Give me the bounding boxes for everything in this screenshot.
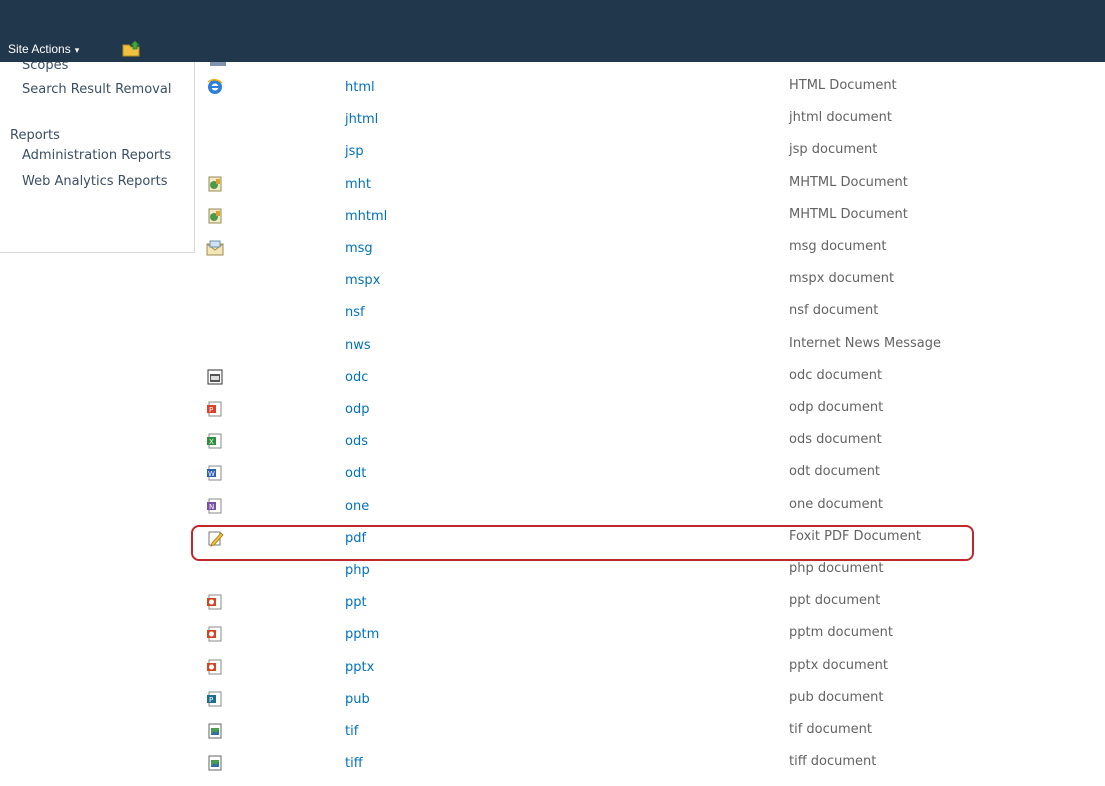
svg-text:W: W [208,470,215,478]
table-row: tif tif document [0,722,1105,754]
chevron-down-icon: ▾ [74,45,80,55]
data-connection-icon [206,368,224,386]
table-row: msg msg document [0,239,1105,271]
file-extension-link[interactable]: mhtml [345,209,387,224]
file-type-description: HTML Document [789,78,897,93]
file-extension-link[interactable]: pptm [345,627,379,642]
svg-text:N: N [209,503,214,511]
file-extension-link[interactable]: mspx [345,273,380,288]
image-doc-icon [206,722,224,740]
table-row: mhtml MHTML Document [0,207,1105,239]
svg-text:P: P [209,696,213,704]
table-row: tiff tiff document [0,754,1105,786]
file-type-description: odp document [789,400,884,415]
file-type-description: pptm document [789,625,893,640]
file-extension-link[interactable]: msg [345,241,373,256]
table-row: Xods ods document [0,432,1105,464]
table-row: jsp jsp document [0,142,1105,174]
file-extension-link[interactable]: odc [345,370,368,385]
file-type-description: ppt document [789,593,881,608]
file-extension-link[interactable]: pub [345,692,370,707]
file-extension-link[interactable]: jhtml [345,112,378,127]
powerpoint-doc-icon [206,625,224,643]
file-type-description: pptx document [789,658,889,673]
table-row: mht MHTML Document [0,175,1105,207]
table-row: jhtml jhtml document [0,110,1105,142]
file-extension-link[interactable]: php [345,563,370,578]
file-type-description: pub document [789,690,884,705]
file-type-description: MHTML Document [789,207,908,222]
file-extension-link[interactable]: jsp [345,144,364,159]
file-extension-link[interactable]: odt [345,466,366,481]
table-row: Wodt odt document [0,464,1105,496]
svg-text:P: P [209,406,213,414]
file-type-description: tiff document [789,754,877,769]
file-type-description: mspx document [789,271,895,286]
folder-up-icon[interactable] [122,40,142,57]
table-row: html HTML Document [0,78,1105,110]
table-row: mspx mspx document [0,271,1105,303]
file-type-description: nsf document [789,303,879,318]
file-extension-link[interactable]: tiff [345,756,363,771]
file-type-description: MHTML Document [789,175,908,190]
file-extension-link[interactable]: odp [345,402,369,417]
file-type-description: Internet News Message [789,336,941,351]
site-actions-label: Site Actions [8,42,71,56]
file-type-description: odc document [789,368,883,383]
spreadsheet-doc-icon: X [206,432,224,450]
highlight-annotation [191,525,974,561]
email-message-icon [206,239,224,257]
table-row: Podp odp document [0,400,1105,432]
table-row: Ppub pub document [0,690,1105,722]
file-type-description: ods document [789,432,882,447]
nav-item-scopes[interactable]: Scopes [22,62,68,73]
table-row: php php document [0,561,1105,593]
file-type-description: jsp document [789,142,878,157]
image-doc-icon [206,754,224,772]
table-row: pptx pptx document [0,658,1105,690]
file-type-description: jhtml document [789,110,892,125]
word-doc-icon: W [206,464,224,482]
site-actions-menu[interactable]: Site Actions ▾ [8,40,79,58]
ribbon-bar: Site Actions ▾ [0,0,1105,62]
file-type-description: tif document [789,722,873,737]
powerpoint-doc-icon [206,658,224,676]
file-extension-link[interactable]: ppt [345,595,367,610]
file-extension-link[interactable]: pptx [345,660,374,675]
publisher-doc-icon: P [206,690,224,708]
file-extension-link[interactable]: nws [345,338,371,353]
file-type-description: one document [789,497,883,512]
internet-explorer-icon [206,78,224,96]
table-row: odc odc document [0,368,1105,400]
file-extension-link[interactable]: tif [345,724,358,739]
onenote-doc-icon: N [206,497,224,515]
file-extension-link[interactable]: one [345,499,369,514]
presentation-doc-icon: P [206,400,224,418]
svg-text:X: X [209,438,214,446]
file-type-description: php document [789,561,884,576]
table-row: nws Internet News Message [0,336,1105,368]
mht-web-archive-icon [206,175,224,193]
file-type-description: odt document [789,464,881,479]
file-extension-link[interactable]: mht [345,177,371,192]
mht-web-archive-icon [206,207,224,225]
partial-icon [210,62,226,66]
file-extension-link[interactable]: nsf [345,305,365,320]
powerpoint-doc-icon [206,593,224,611]
file-extension-link[interactable]: html [345,80,375,95]
table-row: pptm pptm document [0,625,1105,657]
file-extension-link[interactable]: ods [345,434,368,449]
file-type-description: msg document [789,239,887,254]
table-row: nsf nsf document [0,303,1105,335]
table-row: ppt ppt document [0,593,1105,625]
